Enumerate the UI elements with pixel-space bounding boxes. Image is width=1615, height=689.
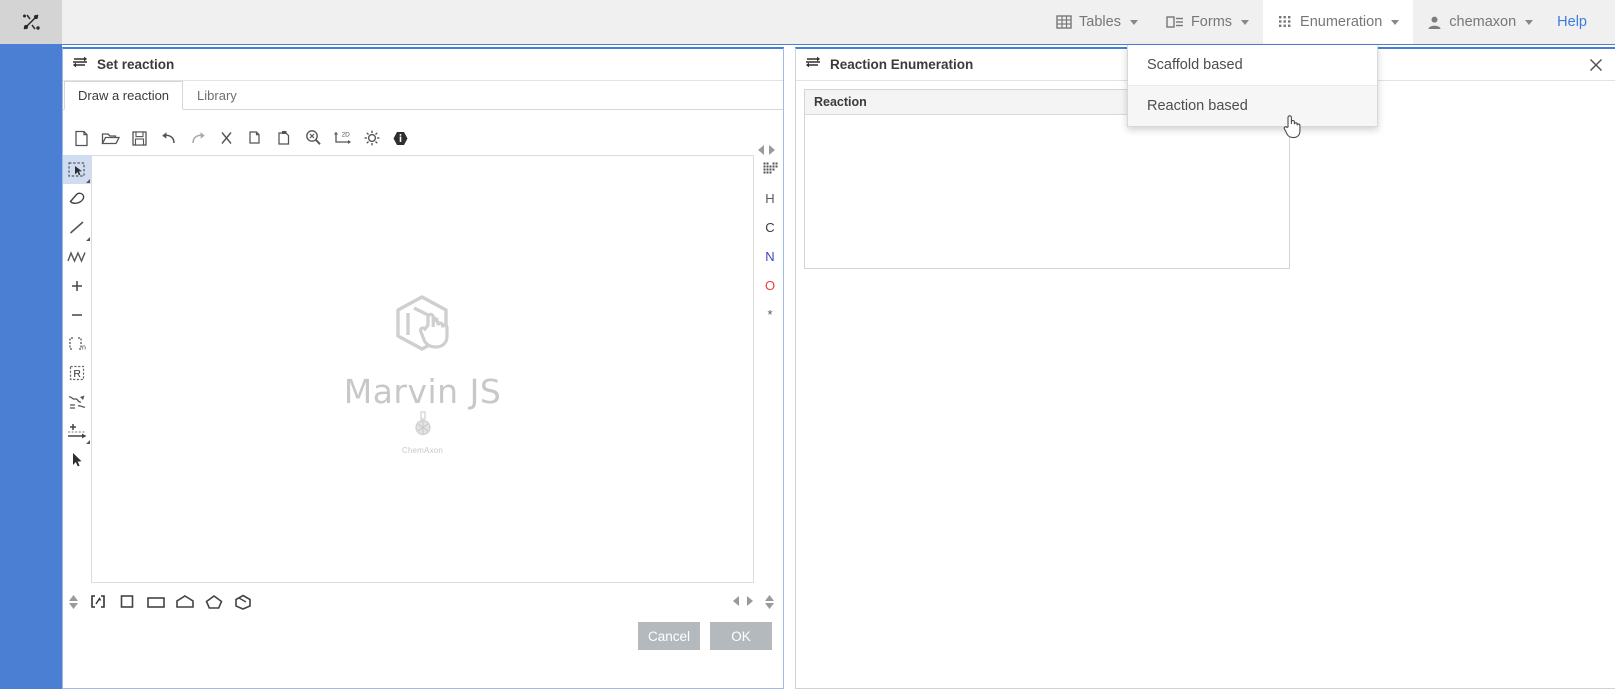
house-pentagon-template-icon[interactable] bbox=[170, 589, 199, 615]
paste-icon[interactable] bbox=[270, 125, 299, 151]
atom-h-button[interactable]: H bbox=[757, 184, 783, 213]
chevron-down-icon bbox=[1525, 20, 1533, 25]
marvin-toolbar: 2D bbox=[63, 124, 783, 152]
svg-text:n: n bbox=[82, 344, 86, 351]
save-icon[interactable] bbox=[125, 125, 154, 151]
svg-text:R: R bbox=[73, 368, 81, 380]
reaction-enumeration-panel: Reaction Enumeration Reaction bbox=[795, 47, 1615, 689]
r-group-icon[interactable]: R bbox=[63, 358, 91, 387]
marvin-watermark: Marvin JS ChemAxon bbox=[92, 291, 753, 455]
ok-button[interactable]: OK bbox=[710, 622, 772, 650]
settings-gear-icon[interactable] bbox=[357, 125, 386, 151]
decrease-charge-icon[interactable] bbox=[63, 300, 91, 329]
chemaxon-logo-icon[interactable] bbox=[0, 0, 62, 44]
dots-grid-icon bbox=[1277, 14, 1293, 30]
clear-zoom-icon[interactable] bbox=[299, 125, 328, 151]
help-link[interactable]: Help bbox=[1547, 0, 1601, 44]
nav-item-tables[interactable]: Tables bbox=[1042, 0, 1152, 44]
menu-item-reaction-based[interactable]: Reaction based bbox=[1128, 85, 1377, 126]
undo-icon[interactable] bbox=[154, 125, 183, 151]
tool-expand-corner-icon bbox=[86, 237, 90, 241]
set-reaction-tabs: Draw a reaction Library bbox=[63, 81, 783, 110]
hexagon-template-icon[interactable] bbox=[228, 589, 257, 615]
bracket-template-icon[interactable] bbox=[83, 589, 112, 615]
chevron-down-icon bbox=[1241, 20, 1249, 25]
tool-expand-corner-icon bbox=[86, 440, 90, 444]
enumeration-dropdown-menu: Scaffold based Reaction based bbox=[1127, 45, 1378, 127]
square-template-icon[interactable] bbox=[112, 589, 141, 615]
marvin-hexagon-hand-icon bbox=[384, 291, 462, 370]
rectangle-template-icon[interactable] bbox=[141, 589, 170, 615]
svg-text:2D: 2D bbox=[342, 131, 351, 138]
top-navigation: Tables Forms bbox=[1042, 0, 1615, 44]
pointer-arrow-icon[interactable] bbox=[63, 445, 91, 474]
marvin-atom-palette: H C N O * bbox=[757, 155, 783, 329]
any-atom-button[interactable]: * bbox=[757, 300, 783, 329]
atom-c-button[interactable]: C bbox=[757, 213, 783, 242]
clean-2d-icon[interactable]: 2D bbox=[328, 125, 357, 151]
nav-item-label: Enumeration bbox=[1300, 14, 1382, 30]
rectangle-select-icon[interactable] bbox=[63, 155, 91, 184]
single-bond-icon[interactable] bbox=[63, 213, 91, 242]
template-scroll-right-icon[interactable] bbox=[746, 593, 753, 611]
increase-charge-icon[interactable] bbox=[63, 271, 91, 300]
cancel-button[interactable]: Cancel bbox=[638, 622, 700, 650]
nav-item-enumeration[interactable]: Enumeration bbox=[1263, 0, 1413, 44]
marvin-drawing-canvas[interactable]: Marvin JS ChemAxon bbox=[91, 155, 754, 583]
marvin-left-tool-palette: n R bbox=[63, 155, 91, 474]
reaction-arrows-icon bbox=[72, 55, 88, 74]
marvin-watermark-text: Marvin JS bbox=[344, 372, 502, 411]
marvin-watermark-brand: ChemAxon bbox=[402, 446, 443, 455]
close-icon[interactable] bbox=[1587, 56, 1605, 74]
atom-n-button[interactable]: N bbox=[757, 242, 783, 271]
marvin-js-editor: 2D bbox=[63, 110, 783, 610]
eraser-icon[interactable] bbox=[63, 184, 91, 213]
set-reaction-header: Set reaction bbox=[63, 49, 783, 81]
template-scroll-left-icon[interactable] bbox=[733, 593, 740, 611]
tool-expand-corner-icon bbox=[86, 179, 90, 183]
reaction-arrows-icon bbox=[805, 55, 821, 74]
info-icon[interactable] bbox=[386, 125, 415, 151]
chemaxon-flask-icon bbox=[413, 411, 433, 442]
template-bar-controls bbox=[733, 588, 779, 616]
nav-item-user[interactable]: chemaxon bbox=[1413, 0, 1547, 44]
chevron-down-icon bbox=[1130, 20, 1138, 25]
tab-library[interactable]: Library bbox=[183, 81, 251, 109]
copy-icon[interactable] bbox=[241, 125, 270, 151]
open-folder-icon[interactable] bbox=[96, 125, 125, 151]
pentagon-template-icon[interactable] bbox=[199, 589, 228, 615]
set-reaction-title: Set reaction bbox=[97, 57, 174, 72]
left-sidebar-rail bbox=[0, 45, 62, 689]
app-bar-spacer bbox=[62, 0, 1042, 44]
periodic-table-icon[interactable] bbox=[757, 155, 783, 184]
tab-draw-a-reaction[interactable]: Draw a reaction bbox=[64, 81, 183, 110]
nav-item-label: Tables bbox=[1079, 14, 1121, 30]
chain-icon[interactable] bbox=[63, 242, 91, 271]
set-reaction-footer: Cancel OK bbox=[63, 618, 783, 654]
table-grid-icon bbox=[1056, 14, 1072, 30]
reaction-mapping-icon[interactable] bbox=[63, 387, 91, 416]
new-file-icon[interactable] bbox=[67, 125, 96, 151]
repeat-group-icon[interactable]: n bbox=[63, 329, 91, 358]
app-bar: Tables Forms bbox=[0, 0, 1615, 45]
menu-item-scaffold-based[interactable]: Scaffold based bbox=[1128, 45, 1377, 85]
reaction-arrow-icon[interactable] bbox=[63, 416, 91, 445]
atom-o-button[interactable]: O bbox=[757, 271, 783, 300]
user-icon bbox=[1427, 15, 1442, 30]
redo-icon[interactable] bbox=[183, 125, 212, 151]
forms-icon bbox=[1166, 14, 1184, 30]
chevron-down-icon bbox=[1391, 20, 1399, 25]
nav-item-label: Forms bbox=[1191, 14, 1232, 30]
nav-item-forms[interactable]: Forms bbox=[1152, 0, 1263, 44]
marvin-template-bar bbox=[63, 588, 783, 616]
cut-scissors-icon[interactable] bbox=[212, 125, 241, 151]
template-scroll-up-icon[interactable] bbox=[63, 595, 83, 609]
nav-item-label: chemaxon bbox=[1449, 14, 1516, 30]
template-size-stepper[interactable] bbox=[759, 595, 779, 609]
